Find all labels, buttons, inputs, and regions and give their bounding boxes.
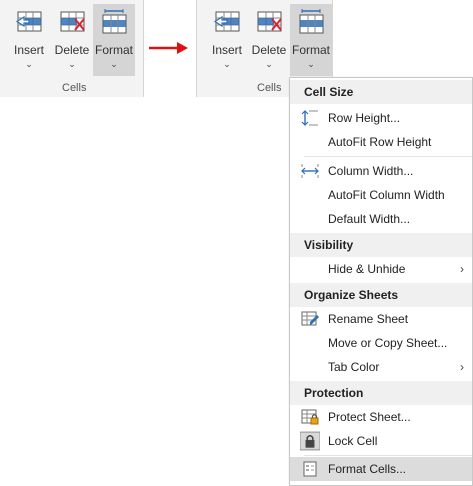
organize-sheets-header: Organize Sheets	[290, 283, 472, 307]
format-button[interactable]: Format ⌄	[290, 4, 332, 76]
chevron-down-icon: ⌄	[110, 59, 118, 69]
format-label: Format	[94, 43, 133, 57]
insert-cells-icon	[15, 11, 42, 32]
format-cells-icon	[102, 9, 127, 34]
rename-sheet-item[interactable]: Rename Sheet	[290, 307, 472, 331]
column-width-item[interactable]: Column Width...	[290, 159, 472, 183]
autofit-row-height-item[interactable]: AutoFit Row Height	[290, 130, 472, 154]
visibility-header: Visibility	[290, 233, 472, 257]
tab-color-label: Tab Color	[328, 360, 380, 374]
format-cells-item[interactable]: Format Cells...	[290, 457, 472, 481]
row-height-label: Row Height...	[328, 111, 401, 125]
cell-size-header: Cell Size	[290, 80, 472, 104]
tab-color-item[interactable]: Tab Color ›	[290, 355, 472, 379]
insert-button[interactable]: Insert ⌄	[8, 4, 50, 76]
format-button[interactable]: Format ⌄	[93, 4, 135, 76]
row-height-icon	[301, 110, 318, 126]
lock-cell-item[interactable]: Lock Cell	[290, 429, 472, 453]
column-width-label: Column Width...	[328, 164, 414, 178]
move-copy-sheet-label: Move or Copy Sheet...	[328, 336, 448, 350]
right-arrow-icon	[149, 42, 188, 54]
chevron-down-icon: ⌄	[307, 59, 315, 69]
delete-button[interactable]: Delete ⌄	[248, 4, 290, 76]
format-cells-icon	[299, 9, 324, 34]
lock-cell-label: Lock Cell	[328, 434, 378, 448]
cells-group-label: Cells	[62, 82, 87, 94]
insert-cells-icon	[213, 11, 240, 32]
chevron-down-icon: ⌄	[68, 59, 76, 69]
protect-sheet-item[interactable]: Protect Sheet...	[290, 405, 472, 429]
default-width-label: Default Width...	[328, 212, 411, 226]
hide-unhide-label: Hide & Unhide	[328, 262, 406, 276]
hide-unhide-item[interactable]: Hide & Unhide ›	[290, 257, 472, 281]
cells-group-label: Cells	[257, 82, 282, 94]
menu-separator	[304, 455, 472, 456]
delete-cells-icon	[257, 11, 282, 32]
insert-button[interactable]: Insert ⌄	[206, 4, 248, 76]
protection-header: Protection	[290, 381, 472, 405]
menu-separator	[304, 156, 472, 157]
rename-sheet-label: Rename Sheet	[328, 312, 409, 326]
format-label: Format	[291, 43, 330, 57]
chevron-down-icon: ⌄	[223, 59, 231, 69]
format-dropdown-menu: Cell Size Row Height... AutoFit Row Heig…	[289, 77, 473, 486]
format-cells-dialog-icon	[303, 461, 317, 477]
rename-sheet-icon	[301, 311, 319, 326]
format-cells-label: Format Cells...	[328, 462, 407, 476]
delete-button[interactable]: Delete ⌄	[51, 4, 93, 76]
autofit-row-height-label: AutoFit Row Height	[328, 135, 432, 149]
autofit-column-width-item[interactable]: AutoFit Column Width	[290, 183, 472, 207]
lock-icon	[300, 431, 320, 451]
chevron-down-icon: ⌄	[265, 59, 273, 69]
delete-cells-icon	[60, 11, 85, 32]
row-height-item[interactable]: Row Height...	[290, 106, 472, 130]
default-width-item[interactable]: Default Width...	[290, 207, 472, 231]
submenu-arrow-icon: ›	[460, 360, 464, 374]
autofit-column-width-label: AutoFit Column Width	[328, 188, 445, 202]
chevron-down-icon: ⌄	[25, 59, 33, 69]
ribbon-cells-group-before: Insert ⌄ Delete ⌄ Format ⌄ Cells	[0, 0, 144, 97]
protect-sheet-label: Protect Sheet...	[328, 410, 411, 424]
column-width-icon	[301, 164, 319, 178]
protect-sheet-icon	[301, 409, 319, 425]
move-copy-sheet-item[interactable]: Move or Copy Sheet...	[290, 331, 472, 355]
submenu-arrow-icon: ›	[460, 262, 464, 276]
